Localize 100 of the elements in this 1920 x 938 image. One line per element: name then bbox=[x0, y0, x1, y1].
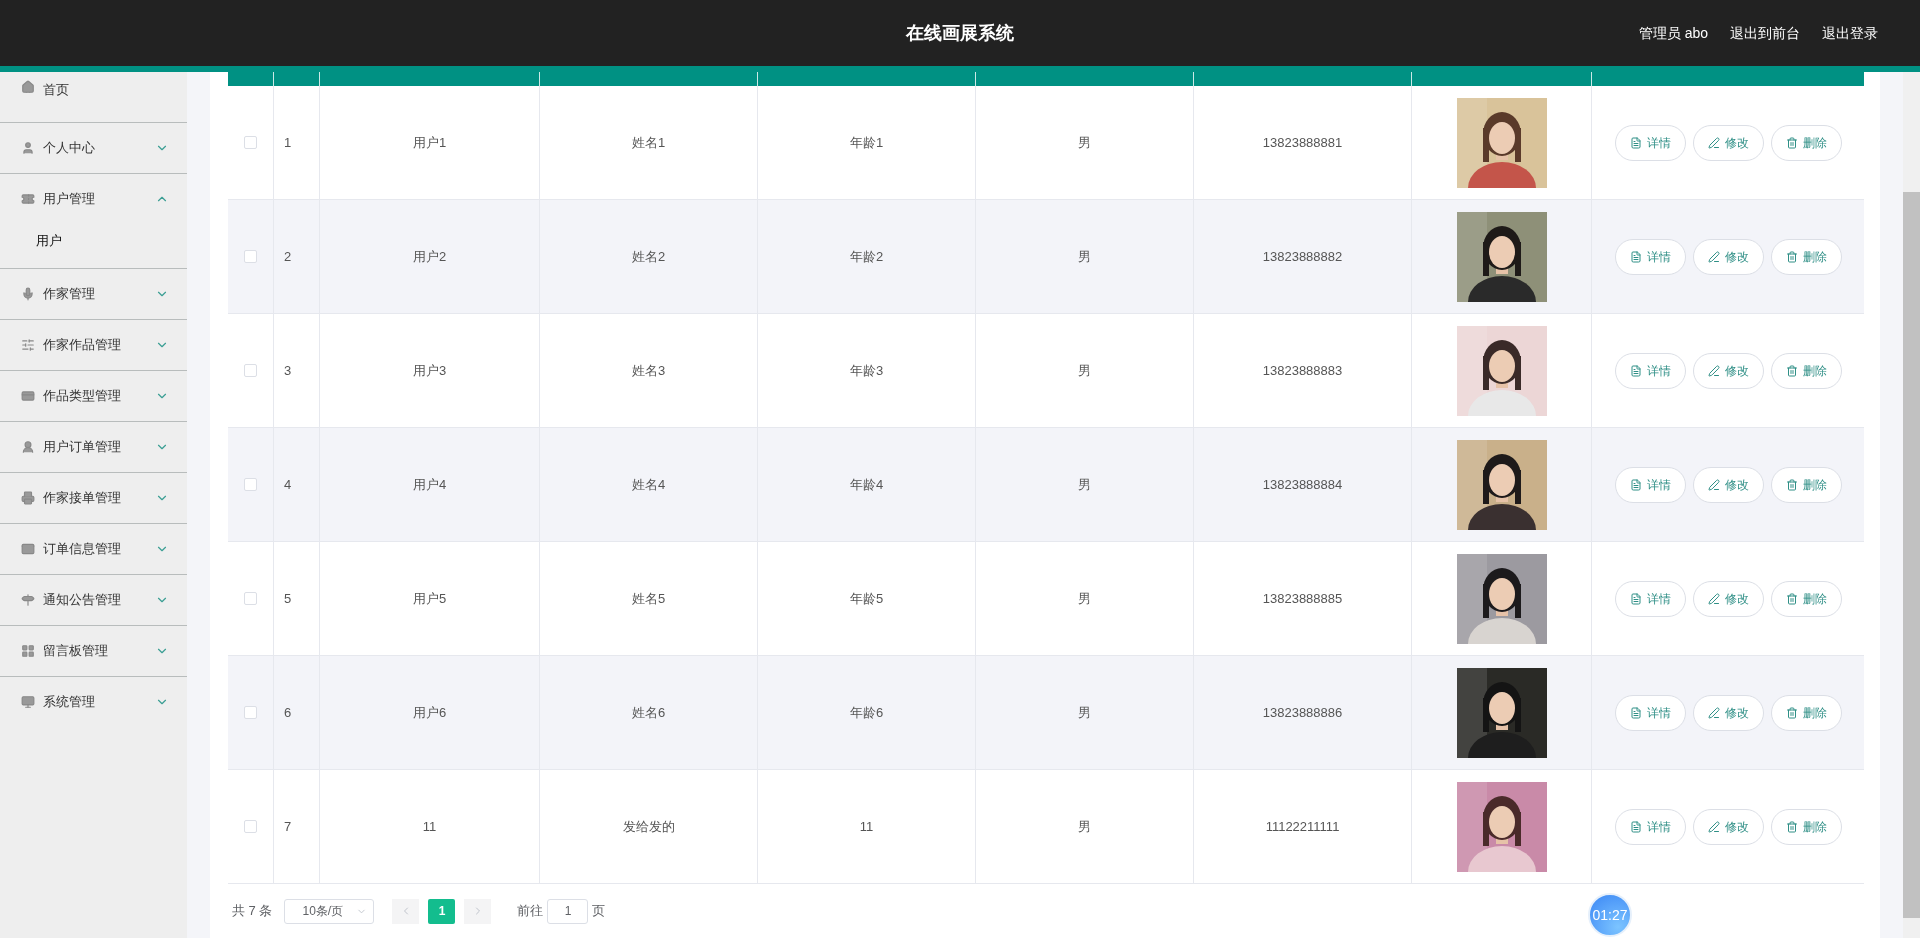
delete-button[interactable]: 删除 bbox=[1770, 238, 1842, 275]
table-cell-text: 男 bbox=[1078, 247, 1091, 266]
trash-icon bbox=[1785, 136, 1798, 149]
table-cell-text: 男 bbox=[1078, 133, 1091, 152]
timer-badge[interactable]: 01:27 bbox=[1588, 893, 1632, 937]
sidebar-item[interactable]: 订单信息管理 bbox=[0, 524, 187, 574]
table-cell-text: 姓名5 bbox=[631, 589, 666, 608]
page-number-field[interactable]: 1 bbox=[547, 898, 589, 924]
details-button[interactable]: 详情 bbox=[1614, 580, 1686, 617]
table-cell-text: 姓名6 bbox=[631, 703, 666, 722]
table-cell-text: 2 bbox=[284, 247, 292, 266]
user-icon bbox=[21, 440, 35, 454]
trash-icon bbox=[1785, 478, 1798, 491]
ticket-icon bbox=[21, 192, 35, 206]
table-cell-text: 13823888884 bbox=[1262, 475, 1343, 494]
scrollbar[interactable] bbox=[1903, 72, 1920, 938]
table-cell-text: 11122211111 bbox=[1265, 817, 1340, 836]
signpost-icon bbox=[21, 593, 35, 607]
edit-button[interactable]: 修改 bbox=[1692, 808, 1764, 845]
sidebar-subitem[interactable]: 用户 bbox=[0, 224, 187, 268]
table-cell-text: 1 bbox=[284, 133, 292, 152]
details-button[interactable]: 详情 bbox=[1614, 466, 1686, 503]
table-cell-text: 13823888883 bbox=[1262, 361, 1343, 380]
sidebar-item[interactable]: 系统管理 bbox=[0, 677, 187, 727]
table-cell-text: 用户1 bbox=[412, 133, 447, 152]
edit-button[interactable]: 修改 bbox=[1692, 694, 1764, 731]
edit-button[interactable]: 修改 bbox=[1692, 466, 1764, 503]
table-cell-text: 13823888885 bbox=[1262, 589, 1343, 608]
document-icon bbox=[1629, 706, 1642, 719]
home-icon bbox=[21, 80, 35, 94]
table-cell-text: 年龄2 bbox=[849, 247, 884, 266]
pen-icon bbox=[1707, 592, 1720, 605]
total-count: 共 7 条 bbox=[232, 902, 273, 921]
delete-button[interactable]: 删除 bbox=[1770, 580, 1842, 617]
sidebar-item[interactable]: 作品类型管理 bbox=[0, 371, 187, 421]
edit-button[interactable]: 修改 bbox=[1692, 352, 1764, 389]
table-cell-text: 3 bbox=[284, 361, 292, 380]
sliders-icon bbox=[21, 338, 35, 352]
sidebar-item[interactable]: 作家接单管理 bbox=[0, 473, 187, 523]
mail-icon bbox=[21, 542, 35, 556]
table-cell-text: 男 bbox=[1078, 589, 1091, 608]
prev-page-button[interactable] bbox=[392, 898, 420, 924]
table-cell-text: 年龄3 bbox=[849, 361, 884, 380]
row-checkbox[interactable] bbox=[244, 136, 257, 149]
delete-button[interactable]: 删除 bbox=[1770, 808, 1842, 845]
sidebar-item[interactable]: 作家作品管理 bbox=[0, 320, 187, 370]
document-icon bbox=[1629, 136, 1642, 149]
pen-icon bbox=[1707, 820, 1720, 833]
card-icon bbox=[21, 389, 35, 403]
delete-button[interactable]: 删除 bbox=[1770, 124, 1842, 161]
details-button[interactable]: 详情 bbox=[1614, 238, 1686, 275]
table-cell-text: 4 bbox=[284, 475, 292, 494]
grid-icon bbox=[21, 644, 35, 658]
row-checkbox[interactable] bbox=[244, 820, 257, 833]
delete-button[interactable]: 删除 bbox=[1770, 466, 1842, 503]
table-cell-text: 11 bbox=[859, 817, 874, 836]
table-cell-text: 姓名1 bbox=[631, 133, 666, 152]
page-unit-label: 页 bbox=[592, 902, 606, 921]
sidebar-item[interactable]: 用户订单管理 bbox=[0, 422, 187, 472]
trash-icon bbox=[1785, 592, 1798, 605]
details-button[interactable]: 详情 bbox=[1614, 694, 1686, 731]
details-button[interactable]: 详情 bbox=[1614, 124, 1686, 161]
table-cell-text: 年龄4 bbox=[849, 475, 884, 494]
sidebar-item[interactable]: 作家管理 bbox=[0, 269, 187, 319]
row-checkbox[interactable] bbox=[244, 250, 257, 263]
sidebar-item[interactable]: 留言板管理 bbox=[0, 626, 187, 676]
table-cell-text: 7 bbox=[284, 817, 292, 836]
sidebar-item[interactable]: 通知公告管理 bbox=[0, 575, 187, 625]
sidebar-item[interactable]: 个人中心 bbox=[0, 123, 187, 173]
sidebar-item[interactable]: 用户管理 bbox=[0, 174, 187, 224]
delete-button[interactable]: 删除 bbox=[1770, 352, 1842, 389]
row-checkbox[interactable] bbox=[244, 478, 257, 491]
table-cell-text: 姓名4 bbox=[631, 475, 666, 494]
row-checkbox[interactable] bbox=[244, 592, 257, 605]
document-icon bbox=[1629, 364, 1642, 377]
row-checkbox[interactable] bbox=[244, 706, 257, 719]
table-cell-text: 用户4 bbox=[412, 475, 447, 494]
pen-icon bbox=[1707, 706, 1720, 719]
delete-button[interactable]: 删除 bbox=[1770, 694, 1842, 731]
table-cell-text: 13823888886 bbox=[1262, 703, 1343, 722]
trash-icon bbox=[1785, 820, 1798, 833]
page-button[interactable]: 1 bbox=[428, 898, 456, 924]
page-size-select[interactable]: 10条/页 bbox=[284, 898, 375, 924]
header-link[interactable]: 退出到前台 bbox=[1730, 22, 1800, 44]
table-cell-text: 13823888881 bbox=[1262, 133, 1343, 152]
table-cell-text: 姓名2 bbox=[631, 247, 666, 266]
details-button[interactable]: 详情 bbox=[1614, 352, 1686, 389]
edit-button[interactable]: 修改 bbox=[1692, 580, 1764, 617]
details-button[interactable]: 详情 bbox=[1614, 808, 1686, 845]
edit-button[interactable]: 修改 bbox=[1692, 238, 1764, 275]
goto-label: 前往 bbox=[517, 902, 544, 921]
header-link[interactable]: 退出登录 bbox=[1822, 22, 1878, 44]
edit-button[interactable]: 修改 bbox=[1692, 124, 1764, 161]
table-cell-text: 发给发的 bbox=[622, 817, 675, 836]
sidebar-item[interactable]: 首页 bbox=[0, 72, 187, 122]
table-cell-text: 5 bbox=[284, 589, 292, 608]
table-cell-text: 年龄5 bbox=[849, 589, 884, 608]
row-checkbox[interactable] bbox=[244, 364, 257, 377]
table-cell-text: 男 bbox=[1078, 475, 1091, 494]
next-page-button[interactable] bbox=[464, 898, 492, 924]
